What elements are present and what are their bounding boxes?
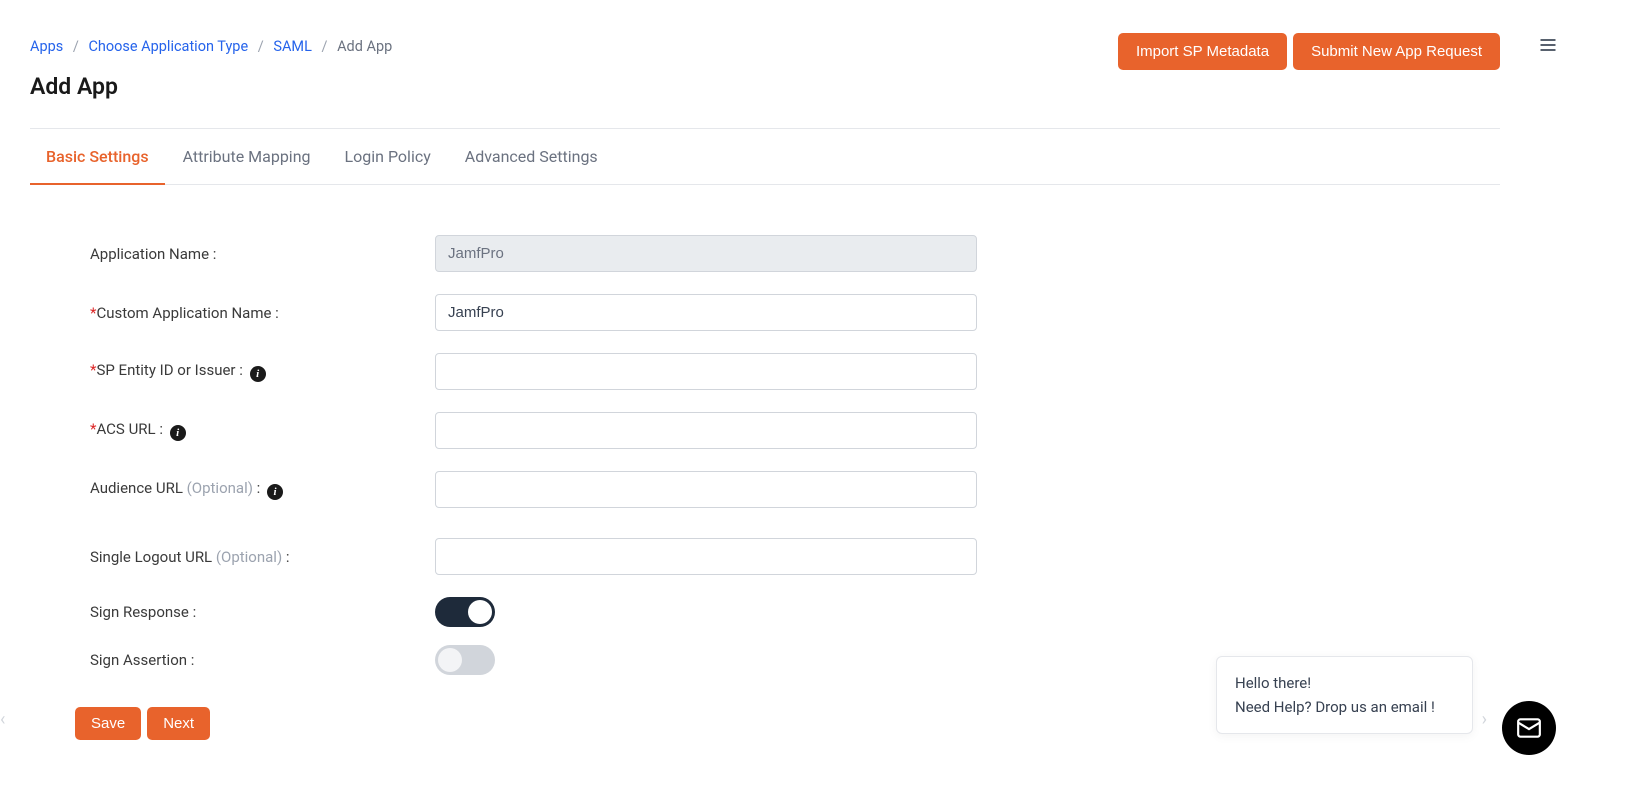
tab-login-policy[interactable]: Login Policy — [345, 129, 431, 184]
single-logout-url-label: Single Logout URL (Optional) : — [90, 548, 435, 566]
import-sp-metadata-button[interactable]: Import SP Metadata — [1118, 33, 1287, 70]
breadcrumb-apps[interactable]: Apps — [30, 38, 63, 55]
save-button[interactable]: Save — [75, 707, 141, 740]
sign-response-label: Sign Response : — [90, 603, 435, 621]
audience-url-input[interactable] — [435, 471, 977, 508]
chat-line2: Need Help? Drop us an email ! — [1235, 695, 1454, 719]
hamburger-menu-icon[interactable] — [1538, 35, 1558, 59]
sign-assertion-toggle[interactable] — [435, 645, 495, 675]
chat-bubble-button[interactable] — [1502, 701, 1556, 755]
tabs: Basic Settings Attribute Mapping Login P… — [30, 129, 1500, 185]
chat-popup: Hello there! Need Help? Drop us an email… — [1216, 656, 1473, 734]
page-title: Add App — [30, 73, 392, 100]
next-button[interactable]: Next — [147, 707, 210, 740]
info-icon[interactable]: i — [170, 425, 186, 441]
sign-response-toggle[interactable] — [435, 597, 495, 627]
submit-new-app-request-button[interactable]: Submit New App Request — [1293, 33, 1500, 70]
carousel-arrow-right-icon[interactable]: › — [1482, 709, 1487, 730]
single-logout-url-input[interactable] — [435, 538, 977, 575]
custom-application-name-input[interactable] — [435, 294, 977, 331]
breadcrumb-current: Add App — [337, 38, 392, 55]
carousel-arrow-left-icon[interactable]: ‹ — [0, 709, 5, 730]
tab-basic-settings[interactable]: Basic Settings — [46, 129, 149, 184]
breadcrumb: Apps / Choose Application Type / SAML / … — [30, 38, 392, 55]
mail-icon — [1516, 715, 1542, 741]
sign-assertion-label: Sign Assertion : — [90, 651, 435, 669]
application-name-label: Application Name : — [90, 245, 435, 263]
info-icon[interactable]: i — [267, 484, 283, 500]
sp-entity-id-label: *SP Entity ID or Issuer : i — [90, 361, 435, 382]
chat-line1: Hello there! — [1235, 671, 1454, 695]
tab-attribute-mapping[interactable]: Attribute Mapping — [183, 129, 311, 184]
application-name-input — [435, 235, 977, 272]
breadcrumb-choose-type[interactable]: Choose Application Type — [88, 38, 248, 55]
audience-url-label: Audience URL (Optional) : i — [90, 479, 435, 500]
custom-application-name-label: *Custom Application Name : — [90, 304, 435, 322]
tab-advanced-settings[interactable]: Advanced Settings — [465, 129, 598, 184]
acs-url-label: *ACS URL : i — [90, 420, 435, 441]
breadcrumb-saml[interactable]: SAML — [273, 38, 312, 55]
sp-entity-id-input[interactable] — [435, 353, 977, 390]
acs-url-input[interactable] — [435, 412, 977, 449]
info-icon[interactable]: i — [250, 366, 266, 382]
